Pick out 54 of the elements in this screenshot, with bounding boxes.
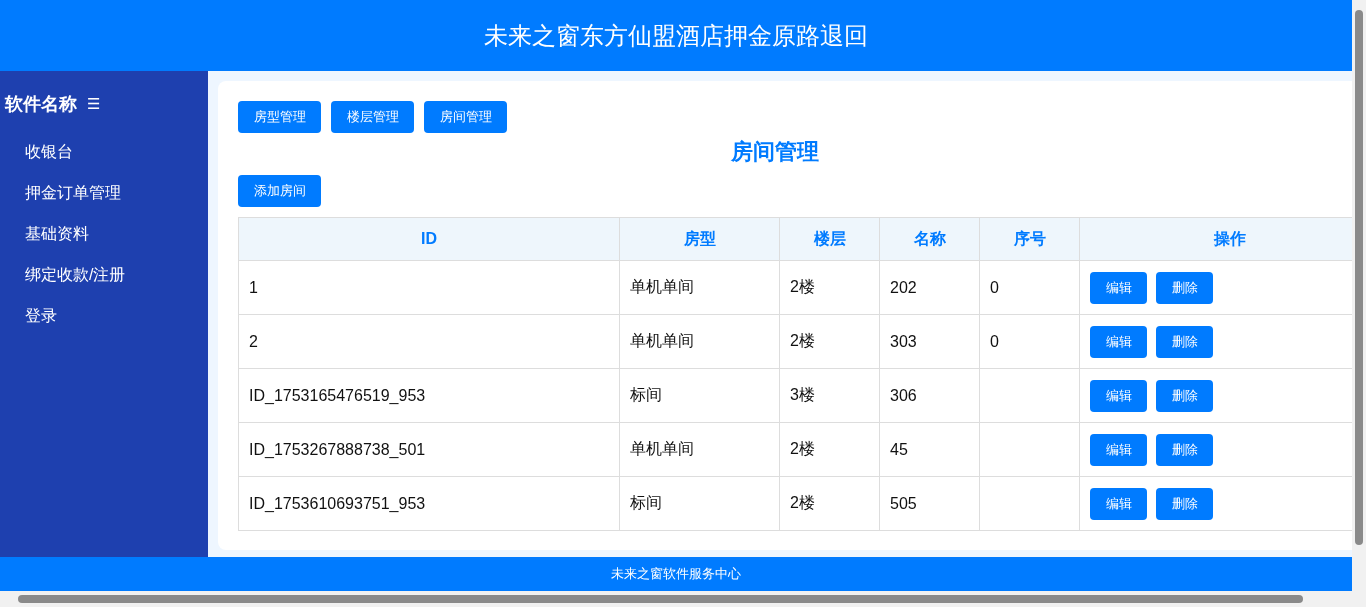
column-header: 名称 xyxy=(879,217,980,261)
table-cell: 标间 xyxy=(619,368,780,423)
table-cell: 2楼 xyxy=(779,476,880,531)
sidebar-item[interactable]: 收银台 xyxy=(0,140,208,181)
table-cell: 2楼 xyxy=(779,260,880,315)
column-header: 楼层 xyxy=(779,217,880,261)
sidebar-item[interactable]: 绑定收款/注册 xyxy=(0,263,208,304)
table-cell: 303 xyxy=(879,314,980,369)
delete-button[interactable]: 删除 xyxy=(1156,487,1213,520)
table-cell: 单机单间 xyxy=(619,260,780,315)
edit-button[interactable]: 编辑 xyxy=(1090,487,1147,520)
sidebar-item[interactable]: 基础资料 xyxy=(0,222,208,263)
table-cell: 2楼 xyxy=(779,422,880,477)
table-cell: 0 xyxy=(979,260,1080,315)
table-cell: ID_1753165476519_953 xyxy=(238,368,620,423)
delete-button[interactable]: 删除 xyxy=(1156,433,1213,466)
column-header: ID xyxy=(238,217,620,261)
edit-button[interactable]: 编辑 xyxy=(1090,379,1147,412)
footer-text: 未来之窗软件服务中心 xyxy=(611,565,741,583)
table-cell: 3楼 xyxy=(779,368,880,423)
edit-button[interactable]: 编辑 xyxy=(1090,271,1147,304)
delete-button[interactable]: 删除 xyxy=(1156,325,1213,358)
table-cell: 2 xyxy=(238,314,620,369)
vertical-scrollbar[interactable] xyxy=(1352,0,1366,591)
table-cell: 单机单间 xyxy=(619,314,780,369)
table-cell: 单机单间 xyxy=(619,422,780,477)
sidebar-item[interactable]: 登录 xyxy=(0,304,208,345)
site-title: 未来之窗东方仙盟酒店押金原路退回 xyxy=(484,20,868,51)
sidebar-item[interactable]: 押金订单管理 xyxy=(0,181,208,222)
table-cell: ID_1753267888738_501 xyxy=(238,422,620,477)
horizontal-scrollbar[interactable] xyxy=(0,591,1366,607)
table-cell: 45 xyxy=(879,422,980,477)
tab-button[interactable]: 楼层管理 xyxy=(331,101,414,133)
tab-button[interactable]: 房间管理 xyxy=(424,101,507,133)
add-room-button[interactable]: 添加房间 xyxy=(238,175,321,207)
column-header: 操作 xyxy=(1079,217,1352,261)
brand-name: 软件名称 xyxy=(5,93,77,116)
tab-button[interactable]: 房型管理 xyxy=(238,101,321,133)
table-cell: ID_1753610693751_953 xyxy=(238,476,620,531)
delete-button[interactable]: 删除 xyxy=(1156,271,1213,304)
column-header: 序号 xyxy=(979,217,1080,261)
table-cell: 202 xyxy=(879,260,980,315)
delete-button[interactable]: 删除 xyxy=(1156,379,1213,412)
table-cell: 2楼 xyxy=(779,314,880,369)
table-cell: 标间 xyxy=(619,476,780,531)
menu-icon[interactable]: ☰ xyxy=(87,95,101,113)
table-cell: 505 xyxy=(879,476,980,531)
page-title: 房间管理 xyxy=(730,138,820,166)
table-cell: 0 xyxy=(979,314,1080,369)
table-cell: 306 xyxy=(879,368,980,423)
edit-button[interactable]: 编辑 xyxy=(1090,433,1147,466)
column-header: 房型 xyxy=(619,217,780,261)
edit-button[interactable]: 编辑 xyxy=(1090,325,1147,358)
table-cell: 1 xyxy=(238,260,620,315)
